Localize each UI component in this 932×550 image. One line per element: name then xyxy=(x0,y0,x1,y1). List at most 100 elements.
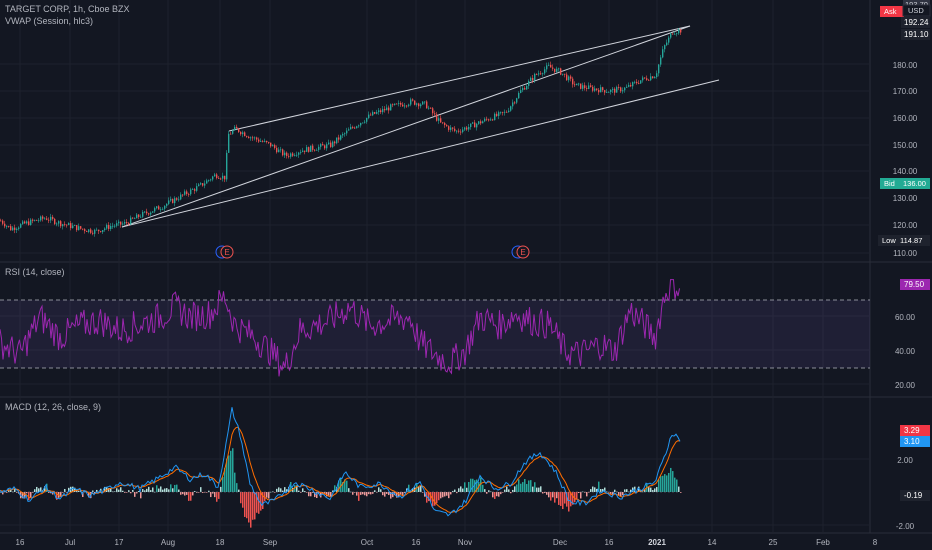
candle xyxy=(568,76,570,81)
macd-hist-bar xyxy=(486,492,488,494)
candle xyxy=(674,33,676,35)
candle xyxy=(438,118,440,121)
candle xyxy=(398,102,400,104)
candle xyxy=(124,221,126,224)
symbol-legend[interactable]: TARGET CORP, 1h, Cboe BZX xyxy=(5,4,130,14)
candle xyxy=(54,218,56,224)
rsi-legend[interactable]: RSI (14, close) xyxy=(5,267,65,277)
macd-hist-bar xyxy=(660,476,662,492)
macd-hist-bar xyxy=(492,492,494,498)
candle xyxy=(554,68,556,72)
candle xyxy=(220,178,222,180)
candle xyxy=(248,136,250,139)
vwap-legend[interactable]: VWAP (Session, hlc3) xyxy=(5,16,93,26)
currency-badge[interactable]: USD xyxy=(902,4,931,17)
macd-legend[interactable]: MACD (12, 26, close, 9) xyxy=(5,402,101,412)
candle xyxy=(288,155,290,157)
candle xyxy=(88,229,90,232)
time-tick: Aug xyxy=(161,538,175,547)
candle xyxy=(36,219,38,221)
macd-hist-bar xyxy=(662,475,664,492)
candle xyxy=(518,92,520,99)
macd-hist-bar xyxy=(310,492,312,497)
currency-label: USD xyxy=(908,6,924,15)
macd-hist-bar xyxy=(528,480,530,492)
candle xyxy=(362,122,364,124)
candle xyxy=(328,142,330,145)
candle xyxy=(650,76,652,81)
candle xyxy=(556,68,558,72)
candle xyxy=(318,146,320,150)
macd-hist-bar xyxy=(258,492,260,514)
macd-hist-bar xyxy=(164,488,166,492)
macd-hist-bar xyxy=(454,489,456,492)
candle xyxy=(4,223,6,227)
chart-canvas[interactable]: E E 200.00 180.00 170.00 160.00 150.00 1… xyxy=(0,0,932,550)
macd-hist-bar xyxy=(518,479,520,492)
macd-hist-bar xyxy=(268,492,270,499)
candle xyxy=(632,82,634,87)
candle xyxy=(520,90,522,93)
macd-hist-bar xyxy=(26,492,28,494)
candle xyxy=(110,226,112,229)
candle xyxy=(132,217,134,219)
price-tick: 130.00 xyxy=(893,194,918,203)
macd-hist-bar xyxy=(556,492,558,499)
candle xyxy=(100,231,102,233)
macd-hist-bar xyxy=(200,487,202,492)
macd-hist-bar xyxy=(466,487,468,492)
macd-hist-bar xyxy=(232,448,234,492)
candle xyxy=(114,225,116,227)
candle xyxy=(162,208,164,210)
macd-hist-bar xyxy=(614,489,616,492)
candle xyxy=(128,223,130,225)
candle xyxy=(234,126,236,131)
macd-hist-bar xyxy=(166,488,168,492)
candle xyxy=(622,90,624,92)
candle xyxy=(296,154,298,156)
candle xyxy=(492,119,494,121)
macd-hist-bar xyxy=(592,486,594,492)
macd-hist-bar xyxy=(436,492,438,504)
candle xyxy=(360,123,362,126)
macd-hist-bar xyxy=(126,492,128,493)
candle xyxy=(588,85,590,89)
candle xyxy=(452,127,454,129)
candle xyxy=(458,130,460,132)
macd-hist-bar xyxy=(464,482,466,492)
candle xyxy=(400,102,402,105)
candle xyxy=(344,133,346,135)
macd-hist-bar xyxy=(156,485,158,492)
candle xyxy=(536,73,538,75)
candle xyxy=(576,83,578,86)
macd-hist-bar xyxy=(494,492,496,499)
candle xyxy=(456,130,458,132)
candle xyxy=(12,227,14,231)
macd-hist-bar xyxy=(448,492,450,499)
candle xyxy=(306,147,308,152)
candle xyxy=(74,225,76,226)
candle xyxy=(250,137,252,139)
candle xyxy=(212,176,214,180)
candle xyxy=(268,142,270,143)
macd-hist-bar xyxy=(668,472,670,492)
low-badge-label: Low xyxy=(882,236,896,245)
macd-hist-bar xyxy=(234,472,236,492)
macd-tick: -2.00 xyxy=(896,522,915,531)
macd-hist-bar xyxy=(30,492,32,498)
time-tick: 25 xyxy=(769,538,778,547)
macd-hist-bar xyxy=(520,483,522,492)
candle xyxy=(402,104,404,107)
candle xyxy=(470,123,472,127)
candle xyxy=(600,87,602,93)
candle xyxy=(490,119,492,121)
candle xyxy=(394,103,396,105)
macd-hist-bar xyxy=(496,492,498,497)
candle xyxy=(488,119,490,121)
macd-hist-bar xyxy=(346,480,348,492)
macd-hist-bar xyxy=(190,492,192,501)
macd-hist-bar xyxy=(534,482,536,492)
macd-hist-bar xyxy=(666,475,668,492)
macd-hist-bar xyxy=(364,492,366,496)
candle xyxy=(464,127,466,130)
